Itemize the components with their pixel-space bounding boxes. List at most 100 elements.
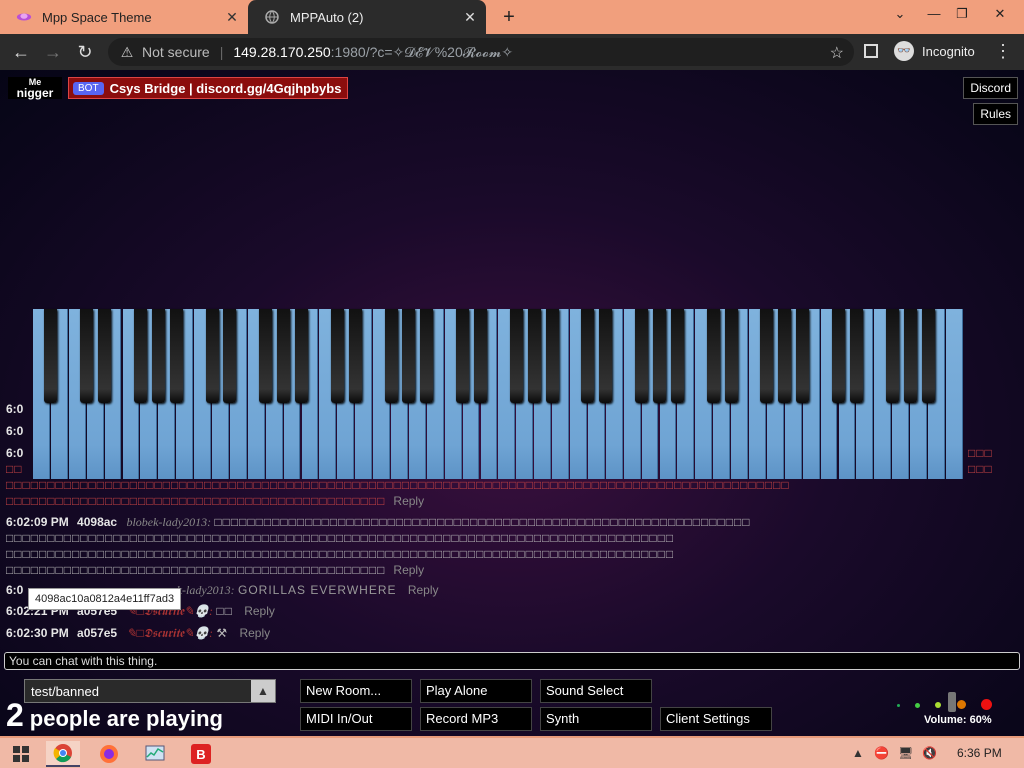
- piano-black-key[interactable]: [330, 309, 344, 403]
- close-window-button[interactable]: ✕: [988, 4, 1012, 24]
- chat-username[interactable]: ✎□𝕯𝖘𝖈𝖚𝖗𝖎𝖙𝖊✎💀:: [126, 626, 213, 640]
- piano-black-key[interactable]: [545, 309, 559, 403]
- piano-black-key[interactable]: [796, 309, 810, 403]
- player-count-label: people are playing: [29, 706, 223, 731]
- side-panel-icon[interactable]: [864, 44, 878, 58]
- piano-black-key[interactable]: [635, 309, 649, 403]
- back-button[interactable]: ←: [10, 41, 32, 63]
- bookmark-star-icon[interactable]: ☆: [830, 43, 844, 63]
- dropdown-arrow-icon[interactable]: ▲: [251, 680, 275, 702]
- new-room-button[interactable]: New Room...: [300, 679, 412, 703]
- chat-input[interactable]: You can chat with this thing.: [4, 652, 1020, 670]
- reply-link[interactable]: Reply: [393, 494, 424, 508]
- chat-user-id[interactable]: a057e5: [77, 626, 117, 640]
- b-app-taskbar-icon[interactable]: B: [184, 741, 218, 767]
- task-manager-taskbar-icon[interactable]: [138, 741, 172, 767]
- piano-black-key[interactable]: [169, 309, 183, 403]
- windows-start-icon[interactable]: [4, 741, 38, 767]
- piano-black-key[interactable]: [760, 309, 774, 403]
- piano-black-key[interactable]: [80, 309, 94, 403]
- chat-user-id[interactable]: 4098ac: [77, 515, 117, 529]
- tab-title: Mpp Space Theme: [42, 9, 152, 25]
- chrome-taskbar-icon[interactable]: [46, 741, 80, 767]
- minimize-button[interactable]: —: [922, 4, 946, 24]
- taskbar-clock[interactable]: 6:36 PM: [957, 746, 1002, 760]
- piano-black-key[interactable]: [670, 309, 684, 403]
- discord-button[interactable]: Discord: [963, 77, 1018, 99]
- player-count: 2 people are playing: [6, 697, 223, 734]
- chat-message: □□□□□□□□□□□□□□□□□□□□□□□□□□□□□□□□□□□□□□□□…: [6, 494, 386, 508]
- reply-link[interactable]: Reply: [244, 604, 275, 618]
- reply-link[interactable]: Reply: [239, 626, 270, 640]
- play-alone-button[interactable]: Play Alone: [420, 679, 532, 703]
- piano-black-key[interactable]: [223, 309, 237, 403]
- piano-black-key[interactable]: [384, 309, 398, 403]
- network-icon[interactable]: ⛔: [874, 746, 889, 760]
- piano-black-key[interactable]: [277, 309, 291, 403]
- synth-button[interactable]: Synth: [540, 707, 652, 731]
- piano-black-key[interactable]: [921, 309, 935, 403]
- restore-button[interactable]: ❐: [950, 4, 974, 24]
- piano-black-key[interactable]: [133, 309, 147, 403]
- record-mp3-button[interactable]: Record MP3: [420, 707, 532, 731]
- piano-black-key[interactable]: [527, 309, 541, 403]
- piano-black-key[interactable]: [832, 309, 845, 403]
- piano-black-key[interactable]: [348, 309, 362, 403]
- menu-kebab-icon[interactable]: ⋮: [994, 41, 1012, 62]
- piano-black-key[interactable]: [420, 309, 434, 403]
- piano-black-key[interactable]: [599, 309, 613, 403]
- piano-black-key[interactable]: [205, 309, 219, 403]
- display-icon[interactable]: 🖥: [898, 746, 913, 760]
- piano-black-key[interactable]: [44, 309, 58, 403]
- client-settings-button[interactable]: Client Settings: [660, 707, 772, 731]
- volume-knob[interactable]: [948, 692, 956, 712]
- tray-expand-icon[interactable]: ▲: [852, 746, 864, 760]
- chat-time: 6:02:30 PM: [6, 626, 69, 640]
- piano-black-key[interactable]: [402, 309, 416, 403]
- forward-button[interactable]: →: [42, 41, 64, 63]
- midi-button[interactable]: MIDI In/Out: [300, 707, 412, 731]
- piano-black-key[interactable]: [509, 309, 523, 403]
- piano-black-key[interactable]: [724, 309, 738, 403]
- warning-icon[interactable]: ⚠: [118, 43, 136, 61]
- piano-black-key[interactable]: [474, 309, 487, 403]
- address-bar[interactable]: ⚠ Not secure | 149.28.170.250 :1980/?c=✧…: [108, 38, 854, 66]
- speaker-muted-icon[interactable]: 🔇: [922, 746, 937, 760]
- chat-username[interactable]: k-lady2013:: [177, 583, 235, 597]
- piano-black-key[interactable]: [295, 309, 308, 403]
- bot-user-badge[interactable]: BOT Csys Bridge | discord.gg/4Gqjhpbybs: [68, 77, 349, 99]
- incognito-indicator[interactable]: 👓 Incognito: [894, 41, 975, 61]
- piano-black-key[interactable]: [259, 309, 273, 403]
- firefox-taskbar-icon[interactable]: [92, 741, 126, 767]
- piano-black-key[interactable]: [778, 309, 792, 403]
- my-user-badge[interactable]: Me nigger: [8, 77, 62, 99]
- piano-black-key[interactable]: [653, 309, 666, 403]
- piano-black-key[interactable]: [581, 309, 595, 403]
- tab-mpp-space-theme[interactable]: Mpp Space Theme ✕: [0, 0, 248, 34]
- piano-black-key[interactable]: [706, 309, 720, 403]
- chat-message: □□: [216, 604, 233, 618]
- piano-black-key[interactable]: [98, 309, 112, 403]
- chat-username[interactable]: blobek-lady2013:: [126, 515, 211, 529]
- chat-message: □□: [6, 462, 23, 476]
- sound-select-button[interactable]: Sound Select: [540, 679, 652, 703]
- new-tab-button[interactable]: +: [498, 6, 520, 28]
- close-tab-icon[interactable]: ✕: [462, 9, 478, 25]
- piano-black-key[interactable]: [849, 309, 863, 403]
- piano-black-key[interactable]: [903, 309, 917, 403]
- close-tab-icon[interactable]: ✕: [224, 9, 240, 25]
- reply-link[interactable]: Reply: [393, 563, 424, 577]
- chat-time: 6:02:09 PM: [6, 515, 69, 529]
- piano-black-key[interactable]: [885, 309, 899, 403]
- reload-button[interactable]: ↻: [74, 41, 96, 63]
- piano-white-key[interactable]: [945, 309, 963, 479]
- tab-search-icon[interactable]: ⌄: [888, 4, 912, 24]
- globe-icon: [264, 9, 280, 25]
- piano-keyboard[interactable]: [33, 309, 966, 479]
- reply-link[interactable]: Reply: [408, 583, 439, 597]
- piano-black-key[interactable]: [151, 309, 165, 403]
- rules-button[interactable]: Rules: [973, 103, 1018, 125]
- tab-mppauto[interactable]: MPPAuto (2) ✕: [248, 0, 486, 34]
- meter-dot: [957, 700, 966, 709]
- piano-black-key[interactable]: [456, 309, 470, 403]
